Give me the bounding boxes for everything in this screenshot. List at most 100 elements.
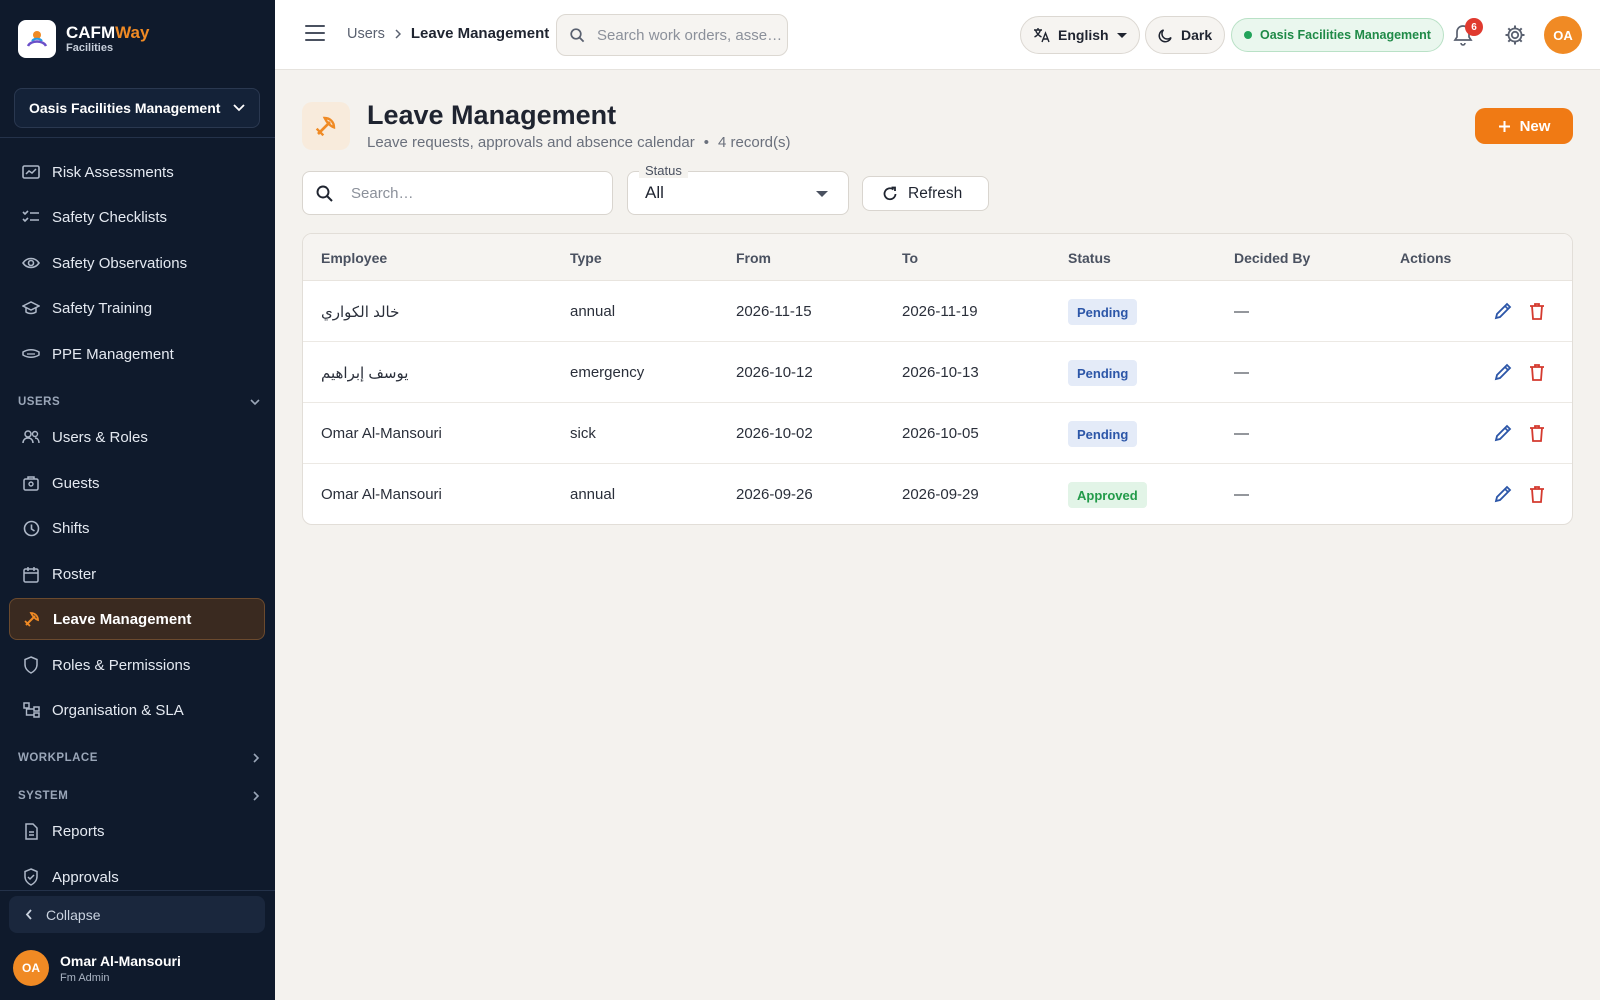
sidebar-item-reports[interactable]: Reports [9, 810, 265, 852]
table-header: Employee Type From To Status Decided By … [303, 234, 1572, 281]
search-icon [570, 27, 585, 42]
refresh-button-label: Refresh [908, 184, 963, 202]
org-status-badge[interactable]: Oasis Facilities Management [1231, 18, 1444, 52]
avatar[interactable]: OA [1544, 16, 1582, 54]
sidebar-item-risk-assessments[interactable]: Risk Assessments [9, 151, 265, 193]
new-button-label: New [1519, 117, 1551, 135]
status-select-label: Status [639, 163, 688, 178]
sidebar-item-label: Leave Management [53, 610, 192, 628]
section-system-label: SYSTEM [18, 790, 69, 802]
section-users[interactable]: USERS [18, 396, 260, 408]
approvals-icon [22, 868, 40, 886]
page-subtitle: Leave requests, approvals and absence ca… [367, 134, 791, 151]
chevron-left-icon [25, 909, 32, 920]
chevron-right-icon [395, 28, 401, 39]
sidebar-divider [0, 137, 275, 138]
column-to[interactable]: To [902, 250, 918, 266]
notification-count-badge: 6 [1465, 18, 1483, 36]
column-employee[interactable]: Employee [321, 250, 387, 266]
table-row[interactable]: Omar Al-Mansouri sick 2026-10-02 2026-10… [303, 403, 1572, 464]
cell-from: 2026-10-12 [736, 364, 813, 381]
refresh-button[interactable]: Refresh [862, 176, 989, 211]
table-row[interactable]: يوسف إبراهيم emergency 2026-10-12 2026-1… [303, 342, 1572, 403]
training-icon [22, 299, 40, 317]
leave-icon [302, 102, 350, 150]
search-icon [316, 185, 333, 202]
section-system[interactable]: SYSTEM [18, 790, 260, 802]
sidebar-item-label: Reports [52, 822, 105, 840]
table-row[interactable]: Omar Al-Mansouri annual 2026-09-26 2026-… [303, 464, 1572, 524]
calendar-icon [22, 565, 40, 583]
sidebar-item-ppe-management[interactable]: PPE Management [9, 333, 265, 375]
status-select[interactable]: Status All [627, 163, 849, 215]
edit-icon[interactable] [1494, 302, 1512, 320]
cell-to: 2026-09-29 [902, 486, 979, 503]
translate-icon [1034, 28, 1050, 43]
delete-icon[interactable] [1529, 363, 1545, 381]
delete-icon[interactable] [1529, 424, 1545, 442]
cell-from: 2026-09-26 [736, 486, 813, 503]
column-from[interactable]: From [736, 250, 771, 266]
user-profile[interactable]: OA Omar Al-Mansouri Fm Admin [13, 950, 181, 986]
sidebar-item-organisation-sla[interactable]: Organisation & SLA [9, 689, 265, 731]
guests-icon [22, 474, 40, 492]
org-status-label: Oasis Facilities Management [1260, 28, 1431, 42]
edit-icon[interactable] [1494, 363, 1512, 381]
sidebar-item-guests[interactable]: Guests [9, 462, 265, 504]
sidebar-item-roster[interactable]: Roster [9, 553, 265, 595]
sidebar-item-leave-management[interactable]: Leave Management [9, 598, 265, 640]
user-name: Omar Al-Mansouri [60, 952, 181, 969]
search-input[interactable]: Search… [302, 171, 613, 215]
sidebar-item-safety-observations[interactable]: Safety Observations [9, 242, 265, 284]
status-dot-icon [1244, 31, 1252, 39]
status-badge: Pending [1068, 360, 1138, 386]
delete-icon[interactable] [1529, 302, 1545, 320]
edit-icon[interactable] [1494, 424, 1512, 442]
section-workplace[interactable]: WORKPLACE [18, 752, 260, 764]
leave-icon [23, 610, 41, 628]
org-selector[interactable]: Oasis Facilities Management [14, 88, 260, 128]
column-actions: Actions [1400, 250, 1452, 266]
gear-icon[interactable] [1503, 23, 1527, 47]
sidebar-item-users-roles[interactable]: Users & Roles [9, 416, 265, 458]
caret-down-icon [1116, 32, 1127, 38]
brand[interactable]: CAFMWay Facilities [18, 20, 149, 58]
sidebar-item-roles-permissions[interactable]: Roles & Permissions [9, 644, 265, 686]
sidebar-item-label: Users & Roles [52, 428, 148, 446]
checklist-icon [22, 208, 40, 226]
org-icon [22, 701, 40, 719]
eye-icon [22, 254, 40, 272]
table-row[interactable]: خالد الكواري annual 2026-11-15 2026-11-1… [303, 281, 1572, 342]
chevron-down-icon [250, 398, 260, 405]
cell-type: emergency [570, 364, 645, 381]
column-status[interactable]: Status [1068, 250, 1111, 266]
cell-employee: Omar Al-Mansouri [321, 486, 442, 503]
sidebar-item-label: Safety Observations [52, 254, 188, 272]
chevron-down-icon [233, 104, 245, 112]
menu-icon[interactable] [305, 25, 325, 41]
collapse-button[interactable]: Collapse [9, 896, 265, 933]
sidebar-item-label: Roles & Permissions [52, 656, 191, 674]
sidebar-item-approvals[interactable]: Approvals [9, 856, 265, 898]
clock-icon [22, 519, 40, 537]
sidebar-item-safety-checklists[interactable]: Safety Checklists [9, 196, 265, 238]
new-button[interactable]: New [1475, 108, 1573, 144]
column-type[interactable]: Type [570, 250, 602, 266]
breadcrumb-users[interactable]: Users [347, 26, 385, 42]
theme-toggle[interactable]: Dark [1145, 16, 1226, 54]
sidebar-item-safety-training[interactable]: Safety Training [9, 287, 265, 329]
sidebar-item-shifts[interactable]: Shifts [9, 507, 265, 549]
section-users-label: USERS [18, 396, 61, 408]
global-search-input[interactable]: Search work orders, asse… [556, 14, 788, 56]
edit-icon[interactable] [1494, 485, 1512, 503]
cell-type: annual [570, 486, 616, 503]
column-decided-by[interactable]: Decided By [1234, 250, 1310, 266]
cell-employee: خالد الكواري [321, 304, 400, 321]
language-selector[interactable]: English [1020, 16, 1140, 54]
cell-from: 2026-10-02 [736, 425, 813, 442]
cell-decided-by: — [1234, 303, 1249, 320]
sidebar-item-label: Roster [52, 565, 97, 583]
ppe-icon [22, 345, 40, 363]
delete-icon[interactable] [1529, 485, 1545, 503]
collapse-label: Collapse [46, 906, 101, 923]
